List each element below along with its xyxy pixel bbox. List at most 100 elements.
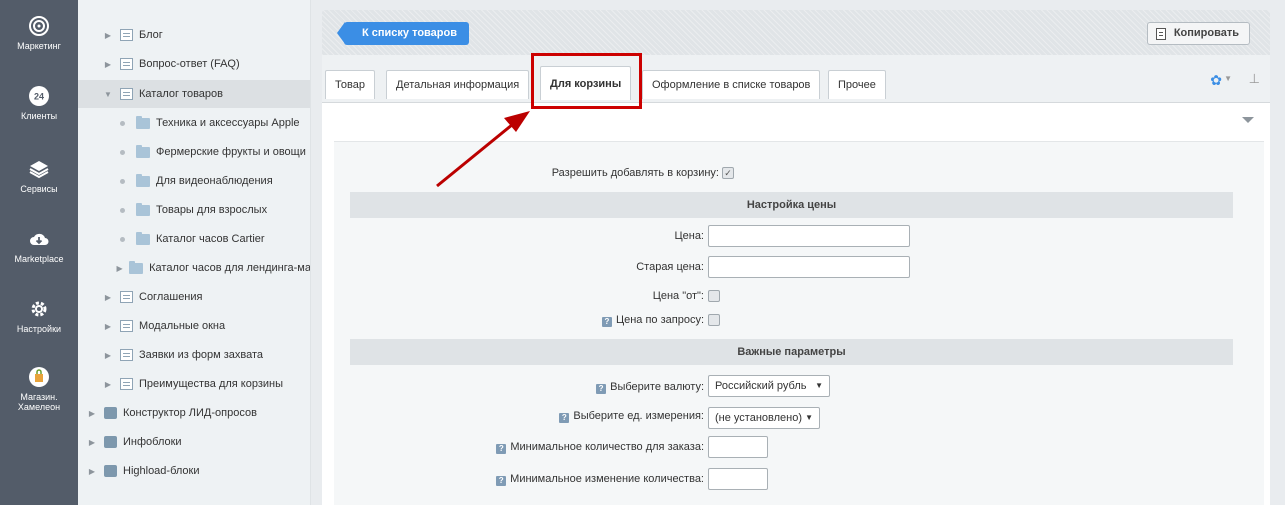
left-rail: Маркетинг 24 Клиенты Сервисы Marketplace… bbox=[0, 0, 78, 505]
folder-icon bbox=[136, 202, 150, 216]
tree-item-label: Для видеонаблюдения bbox=[156, 175, 273, 187]
tab-other[interactable]: Прочее bbox=[828, 70, 886, 99]
collapse-caret-icon[interactable] bbox=[1242, 117, 1254, 123]
tree-item-faq[interactable]: ▶ Вопрос-ответ (FAQ) bbox=[78, 50, 310, 78]
svg-text:24: 24 bbox=[34, 92, 44, 102]
pin-icon[interactable]: ⊥ bbox=[1249, 71, 1260, 87]
rail-label-line2: Хамелеон bbox=[17, 402, 61, 412]
price-input[interactable] bbox=[708, 225, 910, 247]
folder-icon bbox=[136, 115, 150, 129]
back-to-list-button[interactable]: К списку товаров bbox=[337, 22, 469, 45]
expand-arrow-icon[interactable]: ▶ bbox=[102, 322, 114, 331]
old-price-label: Старая цена: bbox=[636, 261, 704, 273]
settings-gear-icon[interactable]: ✿ bbox=[1210, 72, 1222, 89]
price-from-checkbox[interactable] bbox=[708, 290, 720, 302]
price-from-label: Цена "от": bbox=[652, 290, 704, 302]
tree-item-catalog[interactable]: ▼ Каталог товаров bbox=[78, 80, 310, 108]
allow-add-checkbox[interactable]: ✓ bbox=[722, 167, 734, 179]
folder-icon bbox=[136, 144, 150, 158]
tree-item-label: Модальные окна bbox=[139, 320, 226, 332]
tree-item-label: Техника и аксессуары Apple bbox=[156, 117, 300, 129]
tree-item-highload[interactable]: ▶ Highload-блоки bbox=[78, 457, 310, 485]
help-icon[interactable]: ? bbox=[596, 384, 607, 394]
tree-item-cartier[interactable]: Каталог часов Cartier bbox=[78, 225, 310, 253]
tree-item-label: Каталог часов Cartier bbox=[156, 233, 265, 245]
bullet-icon bbox=[120, 149, 125, 155]
tree-item-apple[interactable]: Техника и аксессуары Apple bbox=[78, 109, 310, 137]
copy-icon bbox=[1155, 27, 1166, 40]
bullet-icon bbox=[120, 178, 125, 184]
price-request-checkbox[interactable] bbox=[708, 314, 720, 326]
tree-item-lead-constructor[interactable]: ▶ Конструктор ЛИД-опросов bbox=[78, 399, 310, 427]
tree-item-agreements[interactable]: ▶ Соглашения bbox=[78, 283, 310, 311]
tree-item-label: Вопрос-ответ (FAQ) bbox=[139, 58, 240, 70]
tree-item-cart-benefits[interactable]: ▶ Преимущества для корзины bbox=[78, 370, 310, 398]
unit-label: ? Выберите ед. измерения: bbox=[559, 410, 704, 423]
tree-item-label: Каталог товаров bbox=[139, 88, 223, 100]
bullet-icon bbox=[120, 207, 125, 213]
tab-product[interactable]: Товар bbox=[325, 70, 375, 99]
folder-icon bbox=[136, 173, 150, 187]
cloud-download-icon bbox=[27, 227, 51, 251]
tree-item-label: Каталог часов для лендинга-ма bbox=[149, 262, 311, 274]
main-panel: К списку товаров Копировать Товар Деталь… bbox=[322, 10, 1270, 505]
rail-item-services[interactable]: Сервисы bbox=[0, 157, 78, 194]
folder-icon bbox=[136, 231, 150, 245]
tree-item-infoblocks[interactable]: ▶ Инфоблоки bbox=[78, 428, 310, 456]
top-toolbar: К списку товаров Копировать bbox=[322, 10, 1270, 55]
expand-arrow-icon[interactable]: ▶ bbox=[102, 293, 114, 302]
expand-arrow-icon[interactable]: ▶ bbox=[86, 467, 98, 476]
rail-item-clients[interactable]: 24 Клиенты bbox=[0, 84, 78, 121]
rail-item-marketing[interactable]: Маркетинг bbox=[0, 14, 78, 51]
price-label: Цена: bbox=[674, 230, 704, 242]
help-icon[interactable]: ? bbox=[496, 444, 507, 454]
copy-button[interactable]: Копировать bbox=[1146, 22, 1250, 45]
expand-arrow-icon[interactable]: ▶ bbox=[86, 438, 98, 447]
list-icon bbox=[120, 29, 133, 41]
help-icon[interactable]: ? bbox=[601, 317, 612, 327]
rail-item-settings[interactable]: Настройки bbox=[0, 297, 78, 334]
currency-select[interactable]: Российский рубль ▼ bbox=[708, 375, 830, 397]
tree-item-label: Конструктор ЛИД-опросов bbox=[123, 407, 257, 419]
database-icon bbox=[104, 407, 117, 419]
chevron-down-icon[interactable]: ▼ bbox=[1224, 74, 1232, 83]
old-price-input[interactable] bbox=[708, 256, 910, 278]
tab-list-design[interactable]: Оформление в списке товаров bbox=[642, 70, 821, 99]
min-qty-input[interactable] bbox=[708, 436, 768, 458]
tree-item-cctv[interactable]: Для видеонаблюдения bbox=[78, 167, 310, 195]
unit-select-value: (не установлено) bbox=[715, 412, 802, 424]
tabs-bar: Товар Детальная информация Для корзины О… bbox=[322, 55, 1270, 103]
tree-item-adult[interactable]: Товары для взрослых bbox=[78, 196, 310, 224]
tree-item-blog[interactable]: ▶ Блог bbox=[78, 21, 310, 49]
help-icon[interactable]: ? bbox=[496, 476, 507, 486]
rail-label: Настройки bbox=[16, 324, 62, 334]
min-qty-label: ? Минимальное количество для заказа: bbox=[496, 441, 704, 454]
expand-arrow-icon[interactable]: ▶ bbox=[102, 380, 114, 389]
rail-item-marketplace[interactable]: Marketplace bbox=[0, 227, 78, 264]
tree-item-watches-landing[interactable]: ▶ Каталог часов для лендинга-ма bbox=[78, 254, 311, 282]
expand-arrow-icon[interactable]: ▶ bbox=[102, 31, 114, 40]
tree-item-label: Соглашения bbox=[139, 291, 203, 303]
expand-arrow-icon[interactable]: ▶ bbox=[86, 409, 98, 418]
clients-24-icon: 24 bbox=[27, 84, 51, 108]
expand-arrow-icon[interactable]: ▶ bbox=[116, 264, 123, 273]
collapse-arrow-icon[interactable]: ▼ bbox=[102, 90, 114, 99]
folder-icon bbox=[129, 260, 144, 274]
price-request-label: ? Цена по запросу: bbox=[601, 314, 704, 327]
expand-arrow-icon[interactable]: ▶ bbox=[102, 351, 114, 360]
tree-item-leads[interactable]: ▶ Заявки из форм захвата bbox=[78, 341, 310, 369]
database-icon bbox=[104, 436, 117, 448]
help-icon[interactable]: ? bbox=[559, 413, 570, 423]
tree-item-modals[interactable]: ▶ Модальные окна bbox=[78, 312, 310, 340]
tree-item-label: Инфоблоки bbox=[123, 436, 182, 448]
rail-item-shop[interactable]: Магазин. Хамелеон bbox=[0, 365, 78, 412]
rail-label-line1: Магазин. bbox=[20, 392, 58, 402]
unit-select[interactable]: (не установлено) ▼ bbox=[708, 407, 820, 429]
expand-arrow-icon[interactable]: ▶ bbox=[102, 60, 114, 69]
tree-sidebar: ▶ Блог ▶ Вопрос-ответ (FAQ) ▼ Каталог то… bbox=[78, 0, 311, 505]
allow-add-label: Разрешить добавлять в корзину: bbox=[551, 167, 719, 179]
tree-item-fruits[interactable]: Фермерские фрукты и овощи bbox=[78, 138, 310, 166]
tab-detail-info[interactable]: Детальная информация bbox=[386, 70, 530, 99]
min-change-input[interactable] bbox=[708, 468, 768, 490]
list-icon bbox=[120, 378, 133, 390]
